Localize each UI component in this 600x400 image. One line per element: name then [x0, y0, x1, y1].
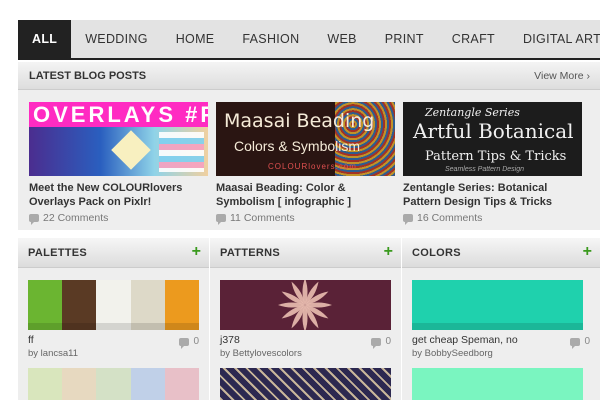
nav-item-home[interactable]: HOME — [162, 20, 229, 58]
category-nav: ALL WEDDING HOME FASHION WEB PRINT CRAFT… — [18, 20, 600, 60]
blog-post-title-link[interactable]: Maasai Beading: Color & Symbolism [ info… — [216, 181, 395, 209]
palette-color-band — [96, 368, 131, 400]
nav-item-all[interactable]: ALL — [18, 20, 72, 58]
thumbnail-text: Zentangle Series — [425, 106, 520, 119]
pattern-comment-count: 0 — [371, 336, 391, 349]
blog-post-comments-link[interactable]: 16 Comments — [403, 212, 582, 225]
thumbnail-text: Seamless Pattern Design — [445, 166, 524, 173]
pattern-name-link[interactable]: j378 — [220, 334, 240, 346]
blog-post-thumbnail[interactable]: OVERLAYS #P — [29, 102, 208, 176]
nav-item-craft[interactable]: CRAFT — [438, 20, 509, 58]
colors-section: COLORS + get cheap Speman, no by BobbySe… — [402, 238, 600, 400]
palettes-section: PALETTES + ff by lancsa11 0 — [18, 238, 209, 400]
comment-icon — [179, 337, 190, 349]
thumbnail-text: Pattern Tips & Tricks — [425, 149, 567, 164]
comment-icon — [403, 214, 413, 225]
blog-section-title: LATEST BLOG POSTS — [29, 70, 147, 82]
patterns-title: PATTERNS — [220, 247, 281, 259]
color-author[interactable]: by BobbySeedborg — [412, 348, 493, 359]
palette-color-band — [130, 368, 165, 400]
comment-icon — [216, 214, 226, 225]
view-more-link[interactable]: View More › — [534, 70, 590, 82]
color-swatch[interactable] — [412, 368, 583, 400]
blog-post-thumbnail[interactable]: Maasai Beading Colors & Symbolism COLOUR… — [216, 102, 395, 176]
patterns-section: PATTERNS + j378 by Bettylovescolors 0 — [210, 238, 401, 400]
palettes-header: PALETTES + — [18, 238, 209, 268]
palette-color-band — [62, 368, 97, 400]
patterns-header: PATTERNS + — [210, 238, 401, 268]
count-value: 0 — [584, 336, 590, 347]
colors-header: COLORS + — [402, 238, 600, 268]
count-value: 0 — [385, 336, 391, 347]
blog-section-header: LATEST BLOG POSTS View More › — [18, 62, 600, 90]
palette-color-band — [28, 368, 63, 400]
latest-blog-posts-section: LATEST BLOG POSTS View More › OVERLAYS #… — [18, 62, 600, 230]
pattern-artwork — [220, 280, 391, 330]
comment-icon — [570, 337, 581, 349]
count-value: 0 — [193, 336, 199, 347]
blog-post-card: Zentangle Series Artful Botanical Patter… — [403, 102, 582, 225]
nav-item-print[interactable]: PRINT — [371, 20, 438, 58]
add-pattern-icon[interactable]: + — [384, 243, 393, 261]
blog-post-comments-link[interactable]: 22 Comments — [29, 212, 208, 225]
comment-icon — [371, 337, 382, 349]
pattern-swatch[interactable] — [220, 368, 391, 400]
nav-item-web[interactable]: WEB — [313, 20, 370, 58]
comments-count: 22 Comments — [43, 212, 109, 224]
color-comment-count: 0 — [570, 336, 590, 349]
colors-title: COLORS — [412, 247, 461, 259]
thumbnail-shape — [111, 130, 151, 170]
blog-post-card: Maasai Beading Colors & Symbolism COLOUR… — [216, 102, 395, 225]
comments-count: 11 Comments — [230, 212, 295, 224]
blog-post-comments-link[interactable]: 11 Comments — [216, 212, 395, 225]
nav-item-digital-art[interactable]: DIGITAL ART — [509, 20, 600, 58]
thumbnail-text: OVERLAYS — [33, 102, 177, 127]
palette-name-link[interactable]: ff — [28, 334, 34, 346]
blog-post-title-link[interactable]: Zentangle Series: Botanical Pattern Desi… — [403, 181, 582, 209]
nav-item-wedding[interactable]: WEDDING — [71, 20, 162, 58]
thumbnail-text: COLOURlovers.com — [268, 162, 357, 171]
comment-icon — [29, 214, 39, 225]
color-name-link[interactable]: get cheap Speman, no — [412, 334, 518, 346]
blog-post-title-link[interactable]: Meet the New COLOURlovers Overlays Pack … — [29, 181, 208, 209]
palettes-title: PALETTES — [28, 247, 88, 259]
blog-post-card: OVERLAYS #P Meet the New COLOURlovers Ov… — [29, 102, 208, 225]
thumbnail-text: Maasai Beading — [224, 110, 375, 132]
palette-comment-count: 0 — [179, 336, 199, 349]
pattern-author[interactable]: by Bettylovescolors — [220, 348, 302, 359]
pattern-swatch[interactable] — [220, 280, 391, 330]
thumbnail-text: #P — [185, 102, 208, 127]
palette-swatch[interactable] — [28, 368, 199, 400]
palette-author[interactable]: by lancsa11 — [28, 348, 78, 359]
add-color-icon[interactable]: + — [583, 243, 592, 261]
palette-colors — [28, 368, 199, 400]
palette-color-band — [164, 368, 199, 400]
color-swatch[interactable] — [412, 280, 583, 330]
thumbnail-shape — [159, 132, 204, 172]
thumbnail-text: Artful Botanical — [413, 119, 574, 143]
comments-count: 16 Comments — [417, 212, 483, 224]
add-palette-icon[interactable]: + — [192, 243, 201, 261]
palette-swatch[interactable] — [28, 280, 199, 330]
thumbnail-text: Colors & Symbolism — [234, 138, 361, 154]
blog-post-thumbnail[interactable]: Zentangle Series Artful Botanical Patter… — [403, 102, 582, 176]
nav-item-fashion[interactable]: FASHION — [228, 20, 313, 58]
